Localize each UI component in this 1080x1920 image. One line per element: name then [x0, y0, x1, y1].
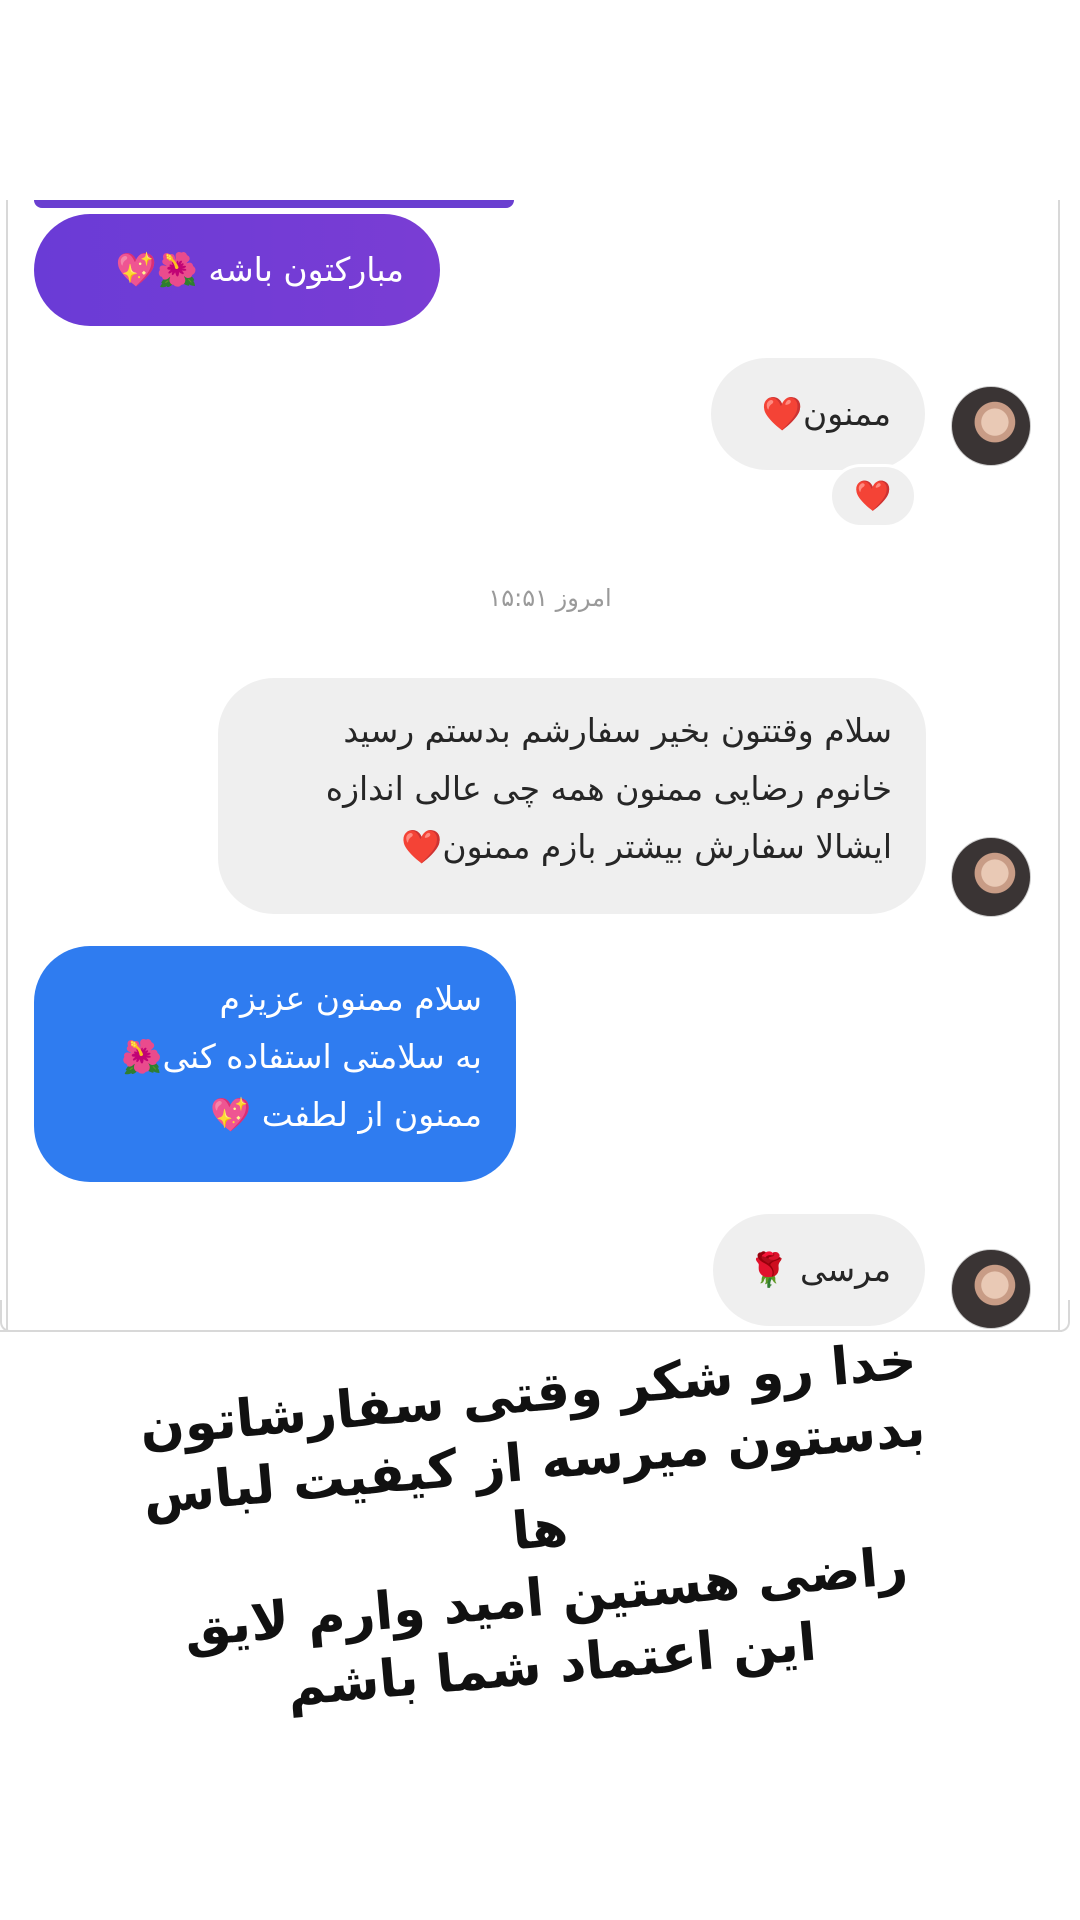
chat-screenshot: مبارکتون باشه 🌺💖 ممنون❤️ ❤️ امروز ۱۵:۵۱ … [0, 200, 1080, 1342]
received-message-thanks[interactable]: ممنون❤️ [711, 358, 925, 470]
avatar[interactable] [951, 1249, 1031, 1329]
avatar[interactable] [951, 837, 1031, 917]
received-message-order[interactable]: سلام وقتتون بخیر سفارشم بدستم رسید خانوم… [218, 678, 926, 914]
frame-border-right [1058, 200, 1060, 1330]
story-caption: خدا رو شکر وقتی سفارشاتون بدستون میرسه ا… [137, 1330, 928, 1719]
frame-corner-left [0, 1300, 62, 1332]
previous-message-edge [34, 200, 514, 208]
message-timestamp: امروز ۱۵:۵۱ [488, 584, 612, 612]
sent-message-congrats[interactable]: مبارکتون باشه 🌺💖 [34, 214, 440, 326]
heart-reaction[interactable]: ❤️ [829, 464, 917, 528]
received-message-mersi[interactable]: مرسی 🌹 [713, 1214, 925, 1326]
avatar[interactable] [951, 386, 1031, 466]
frame-border-left [6, 200, 8, 1330]
sent-message-reply[interactable]: سلام ممنون عزیزم به سلامتی استفاده کنی🌺 … [34, 946, 516, 1182]
story-page: مبارکتون باشه 🌺💖 ممنون❤️ ❤️ امروز ۱۵:۵۱ … [0, 0, 1080, 1920]
